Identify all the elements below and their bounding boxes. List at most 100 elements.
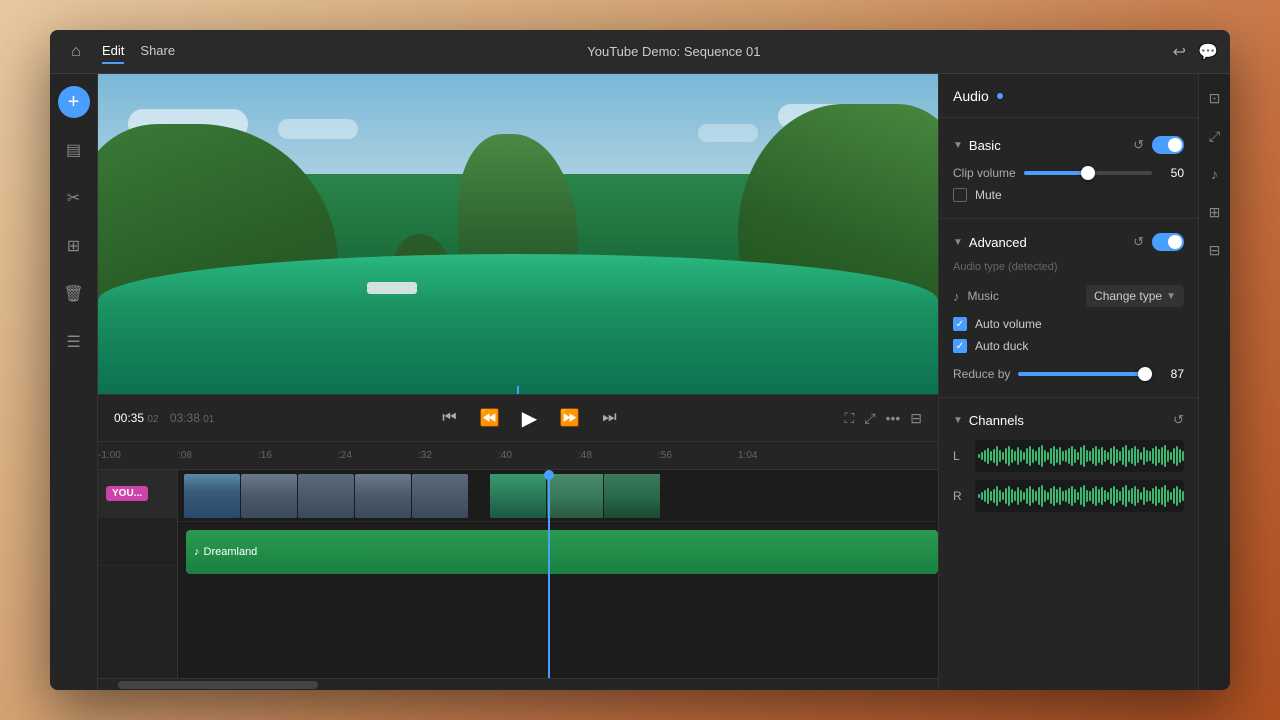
reduce-by-value: 87 — [1160, 367, 1184, 381]
skip-start-button[interactable]: ⏮ — [435, 404, 463, 432]
basic-section-title: Basic — [969, 138, 1127, 153]
right-panel: Audio ▼ Basic ↺ — [938, 74, 1198, 690]
fullscreen-icon[interactable]: ⛶ — [845, 410, 855, 427]
advanced-toggle[interactable] — [1152, 233, 1184, 251]
auto-volume-label: Auto volume — [975, 317, 1042, 331]
advanced-chevron: ▼ — [953, 237, 963, 248]
rp-color-icon[interactable]: ⊞ — [1203, 200, 1227, 224]
ruler-mark: :48 — [578, 450, 592, 461]
current-time: 00:35 02 — [114, 411, 159, 425]
rp-more-icon[interactable]: ⊟ — [1203, 238, 1227, 262]
add-button[interactable]: + — [58, 86, 90, 118]
mute-row: Mute — [939, 184, 1198, 206]
channel-l-waveform — [975, 440, 1184, 472]
advanced-section-header[interactable]: ▼ Advanced ↺ — [939, 223, 1198, 259]
channels-section-header[interactable]: ▼ Channels ↺ — [939, 402, 1198, 436]
audio-track-label — [98, 518, 177, 566]
basic-section-header[interactable]: ▼ Basic ↺ — [939, 126, 1198, 162]
basic-reset-icon[interactable]: ↺ — [1133, 137, 1144, 153]
reduce-slider-thumb[interactable] — [1138, 367, 1152, 381]
scroll-thumb[interactable] — [118, 681, 318, 689]
music-icon: ♪ — [953, 289, 960, 304]
video-clip[interactable] — [184, 472, 660, 520]
ruler-mark: :32 — [418, 450, 432, 461]
clip-volume-slider[interactable] — [1024, 171, 1152, 175]
home-icon[interactable]: ⌂ — [62, 38, 90, 66]
total-time: 03:38 01 — [170, 411, 215, 425]
advanced-section-actions: ↺ — [1133, 233, 1184, 251]
reduce-by-label: Reduce by — [953, 367, 1010, 381]
detected-label: Audio type (detected) — [939, 259, 1198, 279]
ruler-mark: :56 — [658, 450, 672, 461]
basic-section-actions: ↺ — [1133, 136, 1184, 154]
panel-header: Audio — [939, 74, 1198, 118]
advanced-toggle-knob — [1168, 235, 1182, 249]
channel-r-bars — [975, 480, 1184, 512]
ruler-mark: 1:04 — [738, 450, 757, 461]
clip-volume-label: Clip volume — [953, 166, 1016, 180]
panel-title: Audio — [953, 88, 989, 104]
nav-share[interactable]: Share — [140, 39, 175, 64]
tracks-container: ♪ Dreamland // Generate random waveform … — [178, 470, 938, 678]
playback-right: ⛶ ⤢ ••• ⊟ — [845, 410, 922, 427]
channel-l-bars — [975, 440, 1184, 472]
reduce-slider-fill — [1018, 372, 1145, 376]
time-display: 00:35 02 03:38 01 — [114, 411, 214, 425]
advanced-reset-icon[interactable]: ↺ — [1133, 234, 1144, 250]
skip-end-button[interactable]: ⏭ — [595, 404, 623, 432]
auto-duck-checkbox[interactable]: ✓ — [953, 339, 967, 353]
video-track — [178, 470, 938, 522]
more-icon[interactable]: ••• — [886, 410, 901, 426]
panel-indicator — [997, 93, 1003, 99]
trash-icon[interactable]: 🗑 — [58, 278, 90, 310]
change-type-selector[interactable]: Change type ▼ — [1086, 285, 1184, 307]
top-bar: ⌂ Edit Share YouTube Demo: Sequence 01 ↩… — [50, 30, 1230, 74]
fast-forward-button[interactable]: ⏩ — [555, 404, 583, 432]
chat-icon[interactable]: 💬 — [1198, 42, 1218, 62]
basic-section: ▼ Basic ↺ Clip volume — [939, 126, 1198, 219]
video-track-label: YOU... — [98, 470, 177, 518]
basic-toggle[interactable] — [1152, 136, 1184, 154]
scissors-icon[interactable]: ✂ — [58, 182, 90, 214]
collapse-icon[interactable]: ⊟ — [910, 410, 922, 427]
audio-track: ♪ Dreamland // Generate random waveform … — [178, 522, 938, 582]
rp-audio-icon[interactable]: ♪ — [1203, 162, 1227, 186]
audio-clip[interactable]: ♪ Dreamland // Generate random waveform … — [186, 530, 938, 574]
music-label: Music — [968, 289, 1079, 303]
channels-section: ▼ Channels ↺ L — [939, 402, 1198, 516]
nav-edit[interactable]: Edit — [102, 39, 124, 64]
basic-chevron: ▼ — [953, 140, 963, 151]
play-button[interactable]: ▶ — [515, 404, 543, 432]
slider-thumb[interactable] — [1081, 166, 1095, 180]
ruler-mark: -1:00 — [98, 450, 121, 461]
zoom-icon[interactable]: ⤢ — [864, 410, 875, 427]
rp-crop-icon[interactable]: ⊡ — [1203, 86, 1227, 110]
channel-l-label: L — [953, 449, 967, 463]
channel-r-row: R — [939, 476, 1198, 516]
clip-volume-row: Clip volume 50 — [939, 162, 1198, 184]
reduce-by-row: Reduce by 87 — [939, 363, 1198, 385]
top-nav: Edit Share — [102, 39, 175, 64]
reduce-slider-track — [1018, 372, 1152, 376]
reduce-by-slider[interactable] — [1018, 372, 1152, 376]
media-icon[interactable]: ▤ — [58, 134, 90, 166]
undo-icon[interactable]: ↩ — [1173, 42, 1186, 62]
advanced-section: ▼ Advanced ↺ Audio type (detected) — [939, 223, 1198, 398]
filter-icon[interactable]: ☰ — [58, 326, 90, 358]
rp-transform-icon[interactable]: ⤢ — [1203, 124, 1227, 148]
auto-duck-row: ✓ Auto duck — [939, 335, 1198, 357]
ruler-mark: :16 — [258, 450, 272, 461]
stack-icon[interactable]: ⊞ — [58, 230, 90, 262]
rewind-button[interactable]: ⏪ — [475, 404, 503, 432]
slider-track — [1024, 171, 1152, 175]
top-bar-actions: ↩ 💬 — [1173, 42, 1218, 62]
channel-r-label: R — [953, 489, 967, 503]
left-sidebar: + ▤ ✂ ⊞ 🗑 ☰ — [50, 74, 98, 690]
video-preview — [98, 74, 938, 394]
mute-checkbox[interactable] — [953, 188, 967, 202]
auto-volume-row: ✓ Auto volume — [939, 313, 1198, 335]
timeline-scrollbar — [98, 678, 938, 690]
channels-reset-icon[interactable]: ↺ — [1173, 412, 1184, 428]
auto-volume-checkbox[interactable]: ✓ — [953, 317, 967, 331]
timeline-area: -1:00 :08 :16 :24 :32 :40 :48 :56 1:04 Y… — [98, 442, 938, 690]
